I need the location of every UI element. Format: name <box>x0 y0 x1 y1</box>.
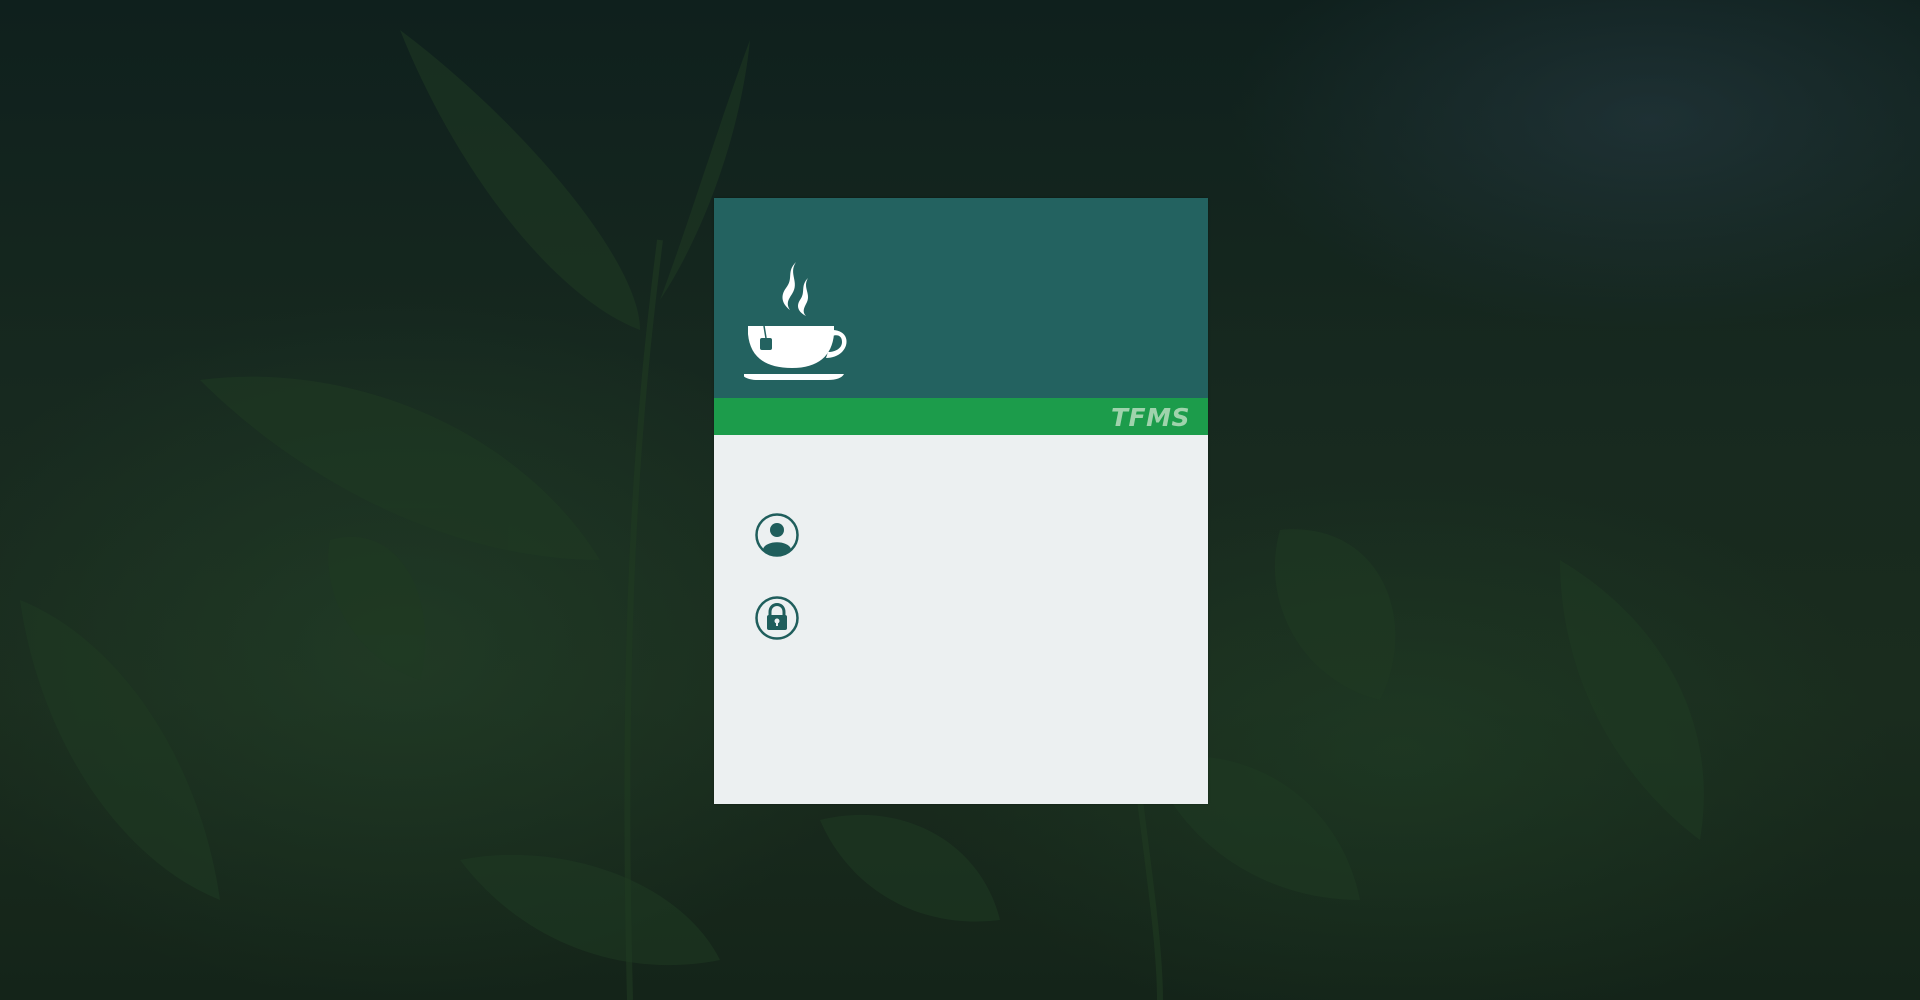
password-input[interactable] <box>816 601 1166 635</box>
card-header <box>714 198 1208 398</box>
user-circle-icon <box>755 513 799 557</box>
lock-circle-icon <box>755 596 799 640</box>
login-card: TFMS <box>714 198 1208 804</box>
brand-bar: TFMS <box>714 398 1208 435</box>
password-field-row <box>754 595 1174 641</box>
username-input[interactable] <box>816 518 1166 552</box>
tea-cup-icon <box>744 262 847 380</box>
username-field-row <box>754 512 1174 558</box>
brand-name: TFMS <box>1110 403 1190 432</box>
